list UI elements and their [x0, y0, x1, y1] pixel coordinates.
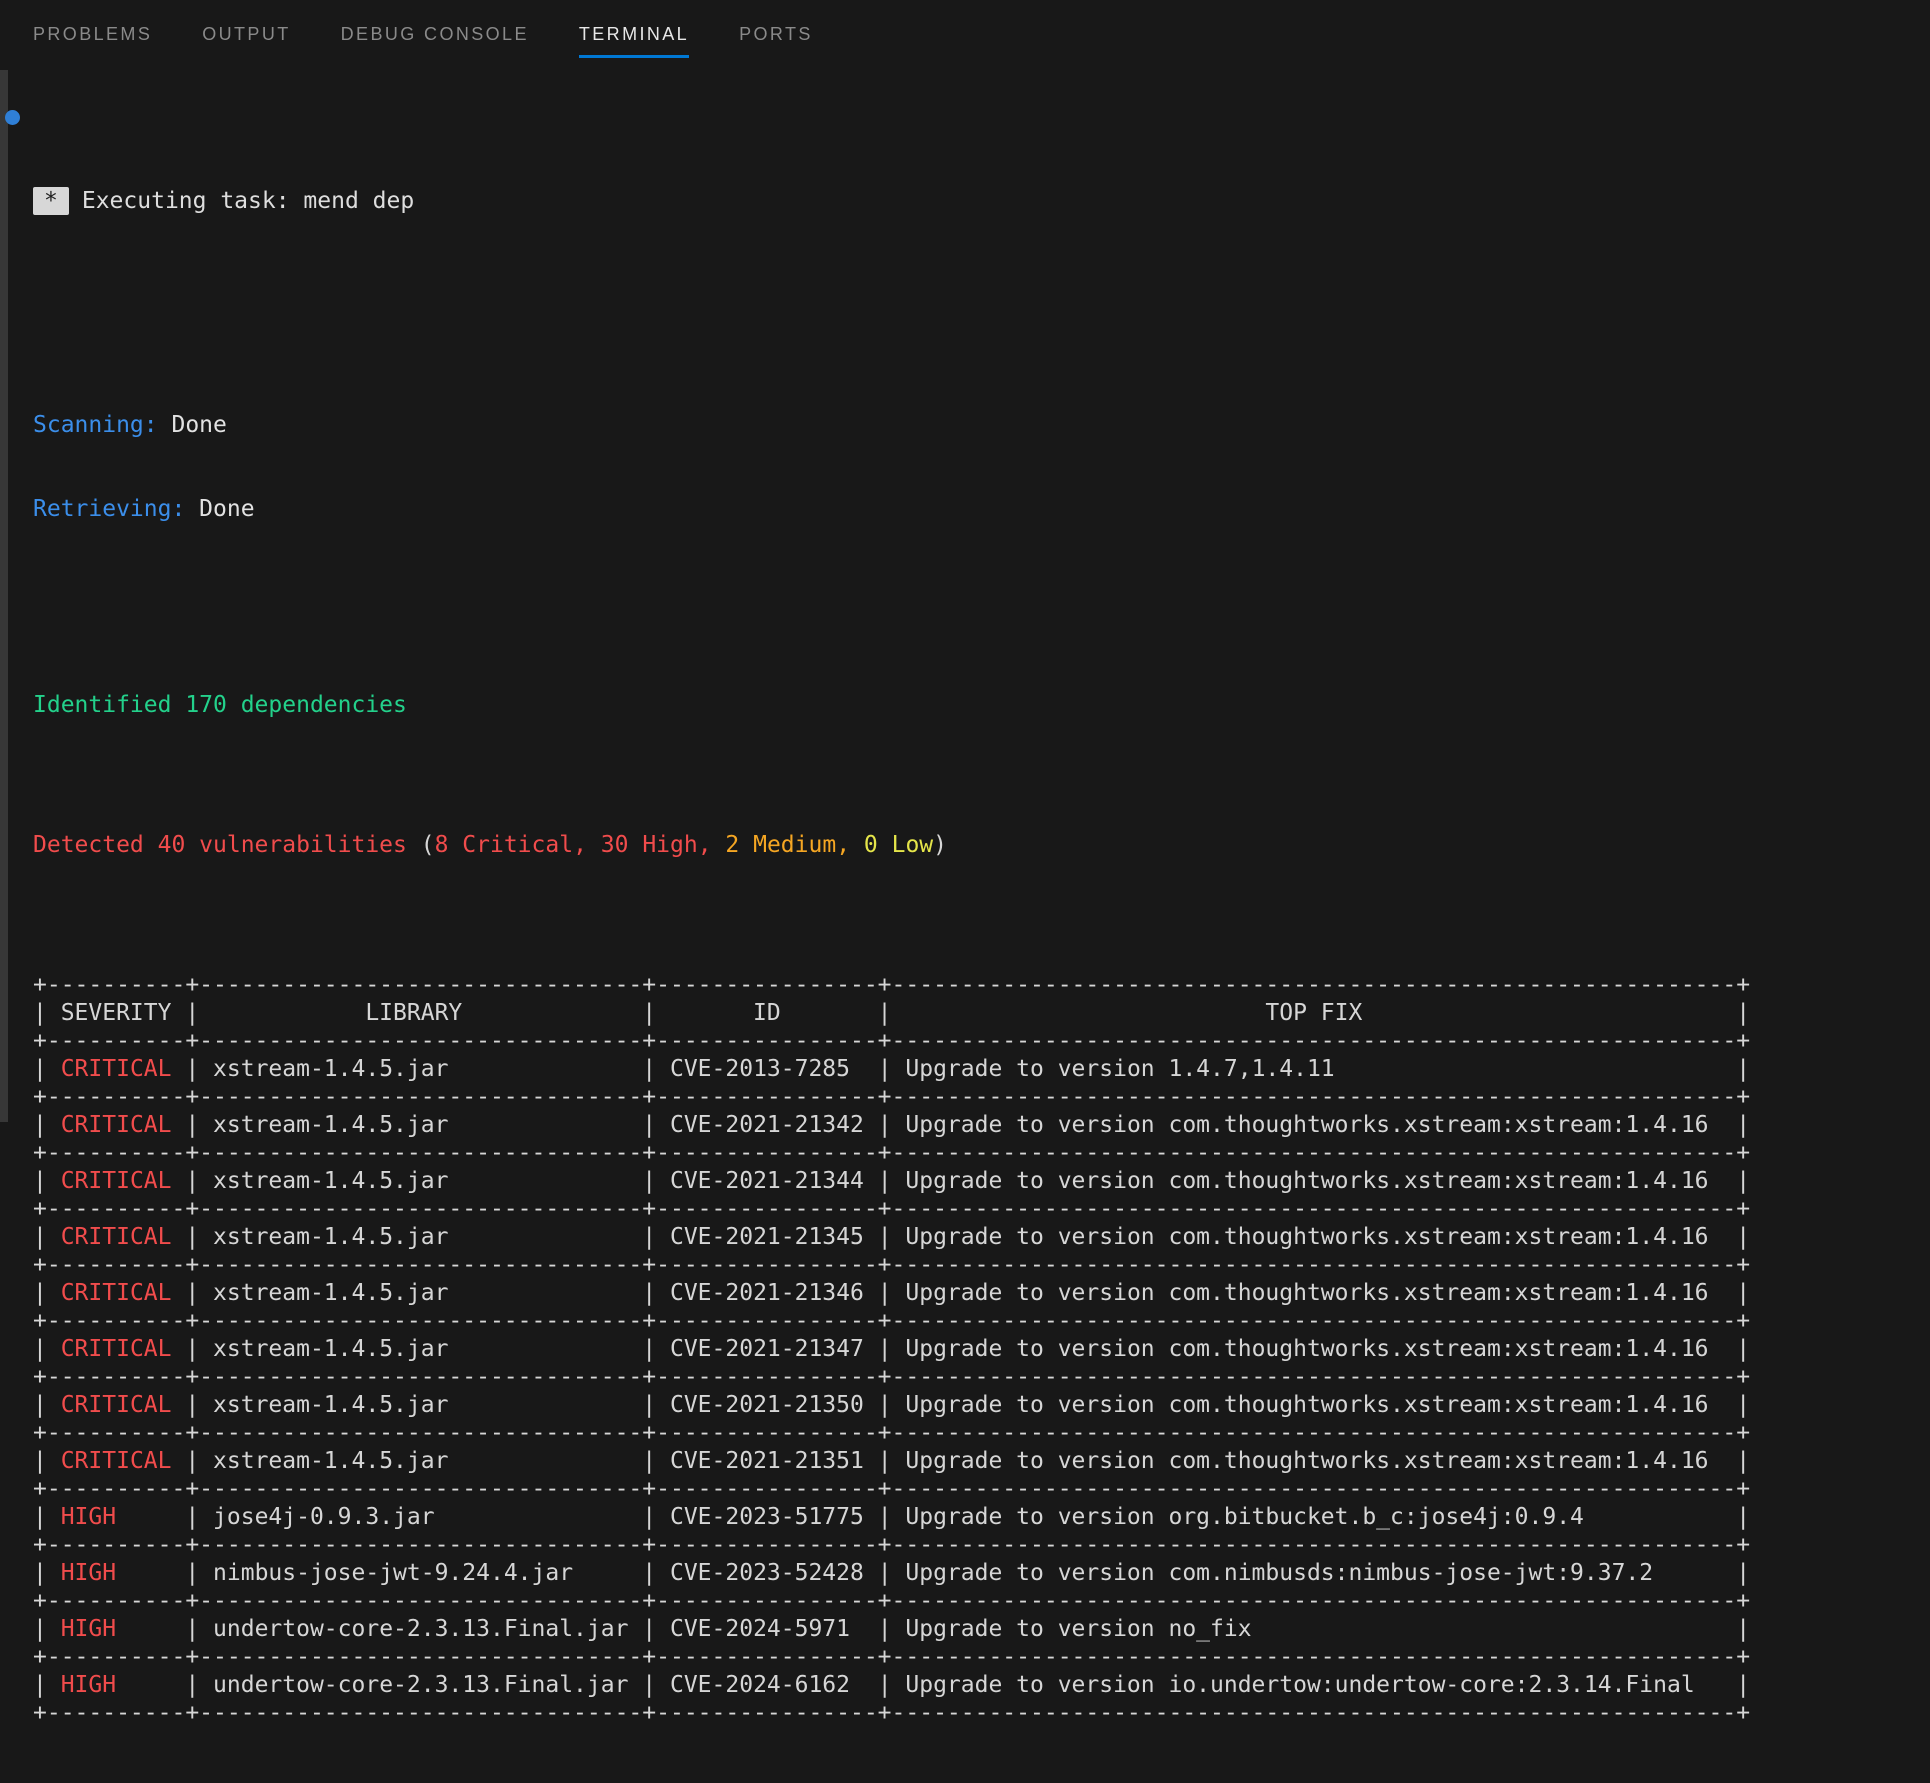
table-row: | HIGH | jose4j-0.9.3.jar | CVE-2023-517… — [33, 1503, 1750, 1531]
table-header-row: | SEVERITY | LIBRARY | ID | TOP FIX | — [33, 999, 1750, 1027]
panel-tab-bar: PROBLEMS OUTPUT DEBUG CONSOLE TERMINAL P… — [0, 0, 1930, 58]
terminal-gutter — [0, 70, 8, 1122]
executing-task-text: Executing task: mend dep — [82, 188, 414, 214]
retrieving-value: Done — [185, 496, 254, 522]
table-row: | CRITICAL | xstream-1.4.5.jar | CVE-202… — [33, 1391, 1750, 1419]
table-row: | HIGH | undertow-core-2.3.13.Final.jar … — [33, 1615, 1750, 1643]
tab-output[interactable]: OUTPUT — [202, 24, 290, 58]
table-border: +----------+----------------------------… — [33, 971, 1750, 999]
terminal-output[interactable]: * Executing task: mend dep Scanning: Done… — [33, 103, 1750, 1783]
table-border: +----------+----------------------------… — [33, 1699, 1750, 1727]
status-block: Scanning: Done Retrieving: Done — [33, 355, 1750, 579]
table-row: | CRITICAL | xstream-1.4.5.jar | CVE-202… — [33, 1279, 1750, 1307]
tab-problems[interactable]: PROBLEMS — [33, 24, 152, 58]
scanning-value: Done — [158, 412, 227, 438]
table-row: | CRITICAL | xstream-1.4.5.jar | CVE-202… — [33, 1223, 1750, 1251]
identified-dependencies-line: Identified 170 dependencies — [33, 691, 1750, 719]
table-border: +----------+----------------------------… — [33, 1083, 1750, 1111]
scanning-status-line: Scanning: Done — [33, 411, 1750, 439]
retrieving-label: Retrieving: — [33, 496, 185, 522]
table-row: | CRITICAL | xstream-1.4.5.jar | CVE-202… — [33, 1167, 1750, 1195]
table-row: | HIGH | nimbus-jose-jwt-9.24.4.jar | CV… — [33, 1559, 1750, 1587]
table-border: +----------+----------------------------… — [33, 1419, 1750, 1447]
table-row: | CRITICAL | xstream-1.4.5.jar | CVE-202… — [33, 1335, 1750, 1363]
table-row: | HIGH | undertow-core-2.3.13.Final.jar … — [33, 1671, 1750, 1699]
task-asterisk-badge: * — [33, 187, 69, 215]
table-border: +----------+----------------------------… — [33, 1643, 1750, 1671]
table-border: +----------+----------------------------… — [33, 1195, 1750, 1223]
executing-task-line: * Executing task: mend dep — [33, 187, 1750, 215]
table-border: +----------+----------------------------… — [33, 1139, 1750, 1167]
retrieving-status-line: Retrieving: Done — [33, 495, 1750, 523]
vulnerability-table: +----------+----------------------------… — [33, 971, 1750, 1727]
scanning-label: Scanning: — [33, 412, 158, 438]
command-decoration-dot-icon[interactable] — [5, 110, 20, 125]
tab-ports[interactable]: PORTS — [739, 24, 813, 58]
detected-vulnerabilities-line: Detected 40 vulnerabilities (8 Critical,… — [33, 831, 1750, 859]
table-border: +----------+----------------------------… — [33, 1531, 1750, 1559]
table-row: | CRITICAL | xstream-1.4.5.jar | CVE-202… — [33, 1111, 1750, 1139]
tab-debug-console[interactable]: DEBUG CONSOLE — [341, 24, 529, 58]
table-border: +----------+----------------------------… — [33, 1251, 1750, 1279]
table-border: +----------+----------------------------… — [33, 1027, 1750, 1055]
table-border: +----------+----------------------------… — [33, 1475, 1750, 1503]
table-border: +----------+----------------------------… — [33, 1587, 1750, 1615]
table-row: | CRITICAL | xstream-1.4.5.jar | CVE-202… — [33, 1447, 1750, 1475]
table-border: +----------+----------------------------… — [33, 1307, 1750, 1335]
table-border: +----------+----------------------------… — [33, 1363, 1750, 1391]
tab-terminal[interactable]: TERMINAL — [579, 24, 689, 58]
table-row: | CRITICAL | xstream-1.4.5.jar | CVE-201… — [33, 1055, 1750, 1083]
